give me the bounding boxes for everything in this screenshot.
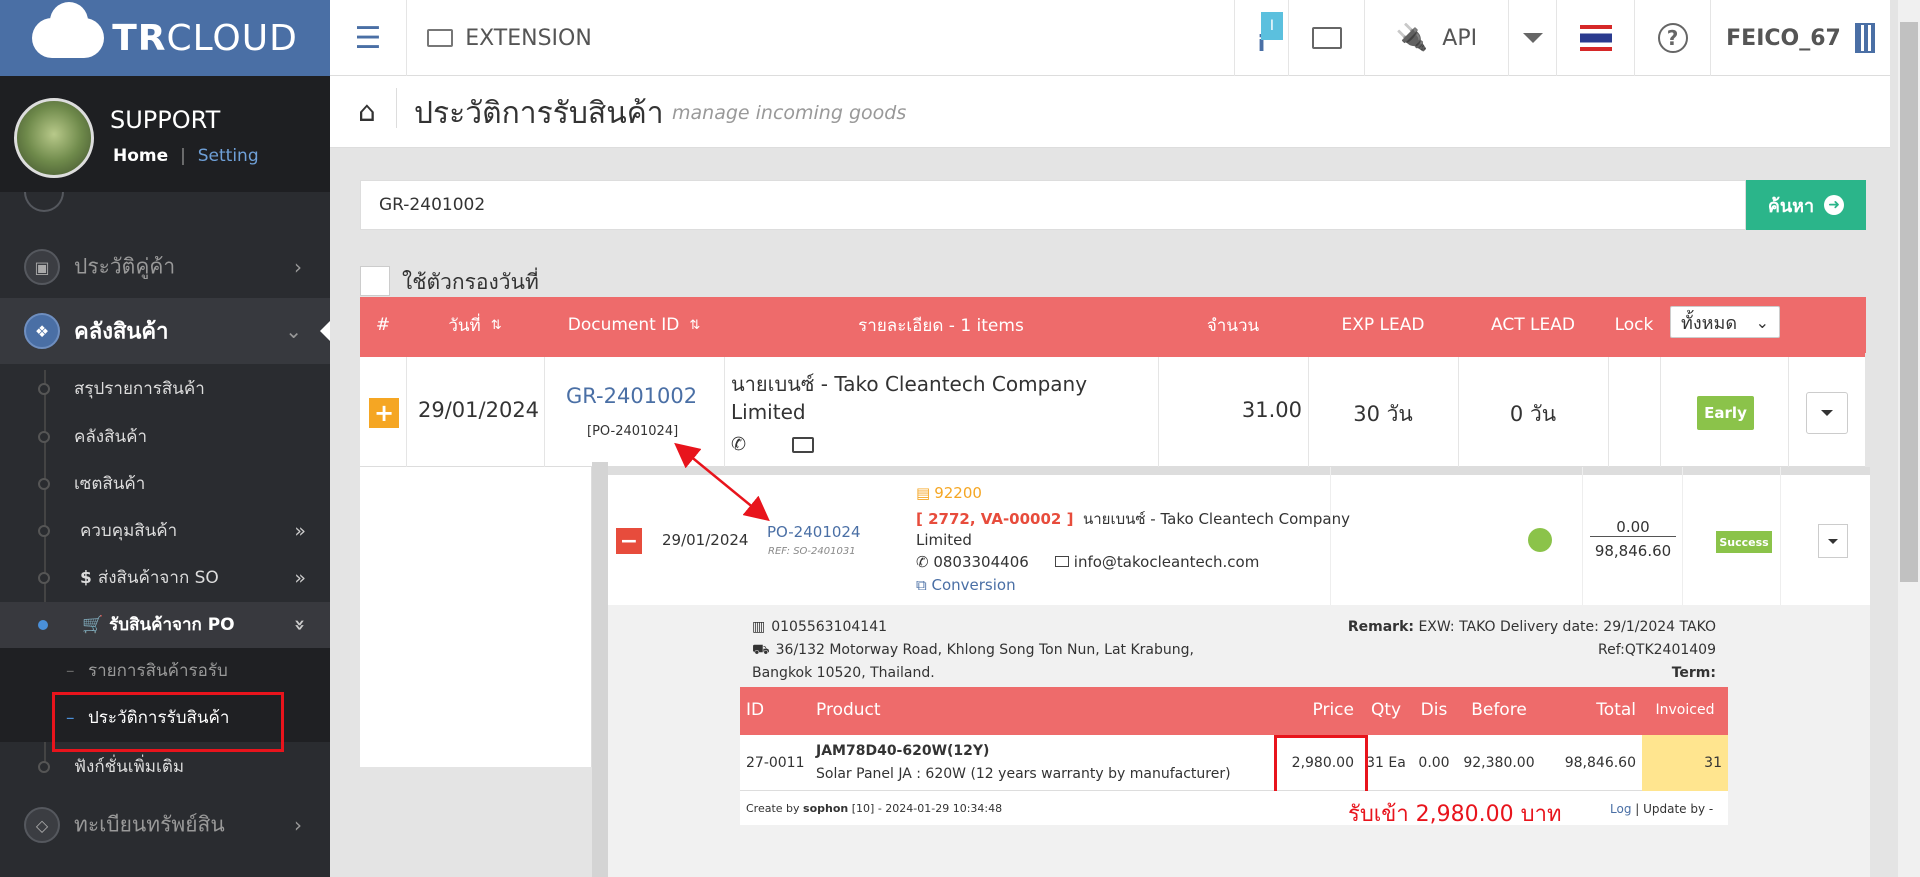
scrollbar-thumb[interactable] xyxy=(1900,22,1918,582)
annotation-arrow xyxy=(674,442,770,522)
